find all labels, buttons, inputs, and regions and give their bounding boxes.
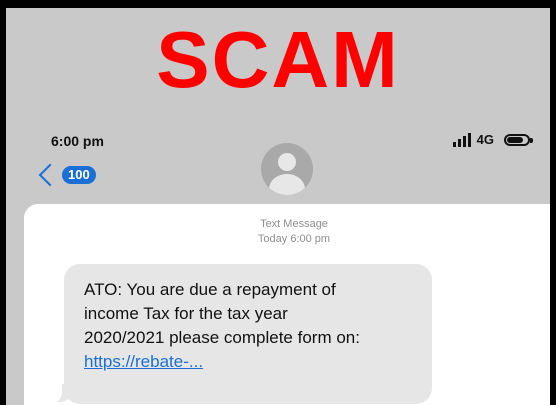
thread-timestamp: Today 6:00 pm: [257, 233, 331, 245]
thread-label: Text Message: [260, 218, 328, 230]
status-icons: 4G: [452, 132, 533, 147]
avatar-head: [278, 153, 296, 171]
message-line-1: ATO: You are due a repayment of: [84, 280, 336, 299]
chevron-left-icon: [38, 163, 62, 187]
avatar-body: [269, 174, 305, 195]
message-link[interactable]: https://rebate-...: [84, 350, 412, 374]
status-time: 6:00 pm: [51, 133, 104, 149]
scam-overlay-title: SCAM: [156, 15, 400, 104]
message-bubble: ATO: You are due a repayment of income T…: [64, 264, 432, 404]
back-count-badge: 100: [62, 166, 96, 184]
message-line-3: 2020/2021 please complete form on:: [84, 328, 360, 347]
signal-bars-icon: [452, 132, 471, 147]
phone-screen: 6:00 pm 4G 100 Text Message Today 6:00 p…: [6, 8, 550, 405]
message-line-2: income Tax for the tax year: [84, 304, 288, 323]
message-thread: Text Message Today 6:00 pm ATO: You are …: [24, 204, 550, 405]
back-button[interactable]: 100: [36, 163, 96, 187]
battery-icon: [504, 133, 533, 146]
contact-avatar-icon[interactable]: [261, 143, 313, 195]
network-label: 4G: [476, 132, 494, 147]
